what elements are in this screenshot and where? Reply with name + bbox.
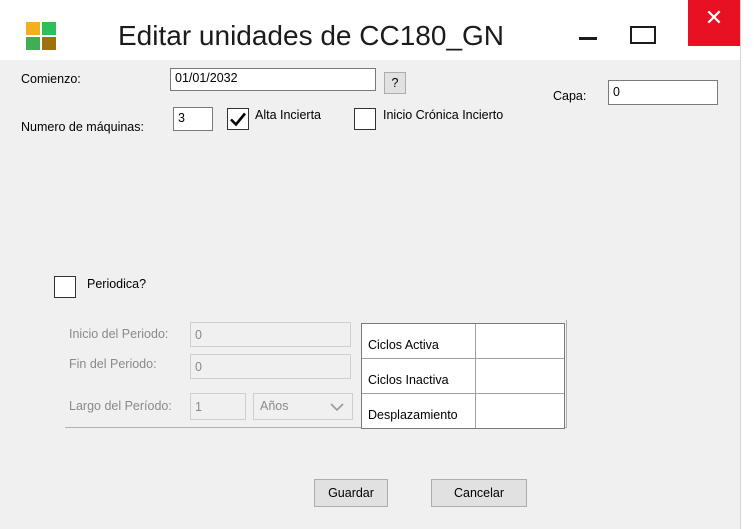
comienzo-input[interactable]: 01/01/2032 xyxy=(170,68,376,91)
alta-incierta-checkbox[interactable] xyxy=(227,108,249,130)
grid-cell[interactable] xyxy=(476,324,564,358)
save-button[interactable]: Guardar xyxy=(314,479,388,507)
largo-periodo-input[interactable]: 1 xyxy=(190,393,246,420)
comienzo-label: Comienzo: xyxy=(21,72,81,86)
alta-incierta-label: Alta Incierta xyxy=(255,108,322,122)
grid-cell[interactable] xyxy=(476,394,564,428)
grid-row: Ciclos Inactiva xyxy=(362,359,564,394)
app-icon-tile xyxy=(42,22,56,35)
cycles-grid: Ciclos Activa Ciclos Inactiva Desplazami… xyxy=(361,323,565,429)
minimize-icon xyxy=(579,37,597,40)
app-icon-tile xyxy=(26,37,40,50)
grid-cell[interactable] xyxy=(476,359,564,393)
capa-input[interactable]: 0 xyxy=(608,80,718,105)
app-icon-tile xyxy=(42,37,56,50)
grid-row-header: Ciclos Activa xyxy=(362,324,476,358)
inicio-periodo-input[interactable]: 0 xyxy=(190,322,351,347)
help-button[interactable]: ? xyxy=(384,72,406,94)
inicio-cronica-checkbox[interactable] xyxy=(354,108,376,130)
grid-row: Ciclos Activa xyxy=(362,324,564,359)
dialog-window: Editar unidades de CC180_GN ✕ Comienzo: … xyxy=(0,0,741,529)
maquinas-input[interactable]: 3 xyxy=(173,107,213,131)
app-grid-icon xyxy=(26,22,56,50)
checkmark-icon xyxy=(230,112,247,127)
grid-row-header: Ciclos Inactiva xyxy=(362,359,476,393)
window-title: Editar unidades de CC180_GN xyxy=(118,20,505,51)
maximize-icon xyxy=(630,26,656,44)
inicio-cronica-label: Inicio Crónica Incierto xyxy=(383,108,504,122)
title-bar: Editar unidades de CC180_GN ✕ xyxy=(0,0,740,60)
maquinas-label: Numero de máquinas: xyxy=(21,120,144,134)
largo-periodo-label: Largo del Período: xyxy=(69,399,172,413)
chevron-down-icon xyxy=(330,403,344,412)
app-icon-tile xyxy=(26,22,40,35)
inicio-periodo-label: Inicio del Periodo: xyxy=(69,327,169,341)
grid-row: Desplazamiento xyxy=(362,394,564,428)
periodica-checkbox[interactable] xyxy=(54,276,76,298)
cancel-button[interactable]: Cancelar xyxy=(431,479,527,507)
grid-row-header: Desplazamiento xyxy=(362,394,476,428)
fin-periodo-label: Fin del Periodo: xyxy=(69,357,157,371)
period-unit-value: Años xyxy=(260,399,289,413)
close-icon: ✕ xyxy=(704,6,724,31)
close-button[interactable]: ✕ xyxy=(688,0,740,46)
periodica-label: Periodica? xyxy=(87,277,147,291)
maximize-button[interactable] xyxy=(614,0,666,46)
fin-periodo-input[interactable]: 0 xyxy=(190,354,351,379)
minimize-button[interactable] xyxy=(562,0,614,46)
period-unit-select[interactable]: Años xyxy=(253,393,353,420)
capa-label: Capa: xyxy=(553,89,587,103)
